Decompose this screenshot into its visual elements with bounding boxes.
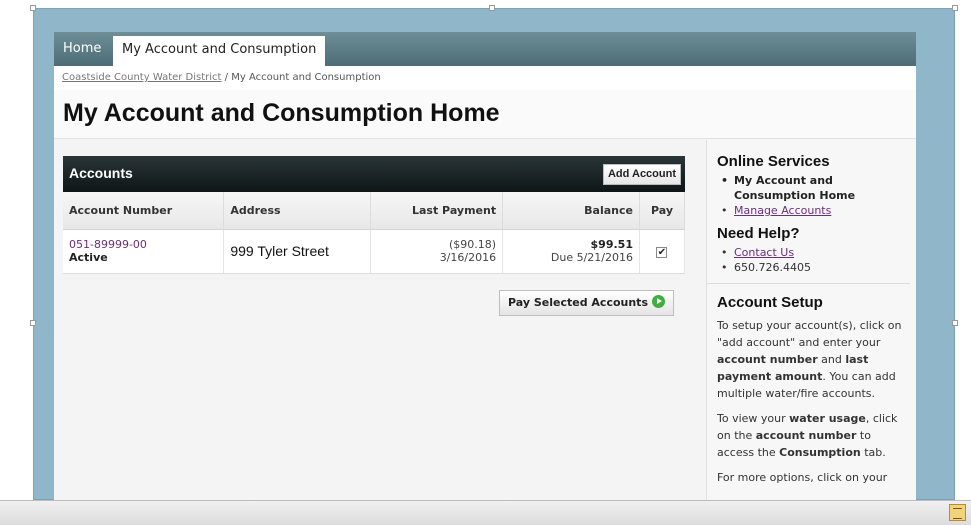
accounts-title: Accounts: [69, 165, 133, 181]
status-bar: [0, 500, 971, 525]
account-number-cell: 051-89999-00 Active: [63, 229, 225, 274]
account-setup-instructions: To setup your account(s), click on "add …: [717, 319, 902, 400]
breadcrumb-separator: /: [221, 72, 232, 83]
account-status: Active: [69, 251, 108, 264]
column-header-last-payment[interactable]: Last Payment: [370, 192, 504, 230]
account-setup-heading: Account Setup: [717, 294, 823, 311]
last-payment-date: 3/16/2016: [439, 251, 497, 264]
table-header-row: Account Number Address Last Payment Bala…: [63, 192, 686, 230]
pay-cell: ✔: [639, 229, 686, 274]
need-help-heading: Need Help?: [717, 225, 800, 242]
arrow-right-circle-icon: [652, 295, 665, 308]
sidebar: Online Services My Account and Consumpti…: [706, 140, 916, 502]
breadcrumb-current: My Account and Consumption: [231, 72, 381, 83]
more-options-text: For more options, click on your: [717, 471, 888, 484]
balance-amount: $99.51: [590, 238, 633, 251]
account-number-link[interactable]: 051-89999-00: [69, 238, 217, 251]
resize-handle-left[interactable]: [30, 320, 36, 326]
breadcrumb: Coastside County Water District / My Acc…: [54, 66, 916, 90]
resize-handle-top-left[interactable]: [30, 5, 36, 11]
sidebar-item-manage-accounts: Manage Accounts: [717, 203, 908, 218]
account-address: 999 Tyler Street: [230, 243, 329, 259]
page-title: My Account and Consumption Home: [63, 99, 500, 127]
water-usage-instructions: To view your water usage, click on the a…: [717, 412, 898, 459]
accounts-header: Accounts Add Account: [63, 156, 685, 192]
title-bar: My Account and Consumption Home: [54, 90, 916, 139]
column-header-account-number[interactable]: Account Number: [63, 192, 225, 230]
table-row: 051-89999-00 Active 999 Tyler Street ($9…: [63, 229, 686, 274]
sidebar-divider: [707, 283, 910, 284]
resize-handle-top-right[interactable]: [952, 5, 958, 11]
pay-button-label: Pay Selected Accounts: [508, 296, 648, 309]
sidebar-item-phone: 650.726.4405: [717, 260, 908, 275]
notes-icon[interactable]: [949, 504, 966, 521]
pay-selected-accounts-button[interactable]: Pay Selected Accounts: [499, 290, 674, 316]
column-header-balance[interactable]: Balance: [502, 192, 640, 230]
sidebar-item-account-home[interactable]: My Account and Consumption Home: [717, 173, 908, 203]
column-header-pay: Pay: [639, 192, 686, 230]
balance-due-date: Due 5/21/2016: [550, 251, 633, 264]
contact-us-link[interactable]: Contact Us: [734, 246, 794, 259]
embedded-page: Home My Account and Consumption Coastsid…: [54, 32, 916, 502]
breadcrumb-home-link[interactable]: Coastside County Water District: [62, 72, 221, 83]
resize-handle-right[interactable]: [952, 320, 958, 326]
last-payment-amount: ($90.18): [449, 238, 497, 251]
accounts-table: Account Number Address Last Payment Bala…: [63, 192, 686, 274]
column-header-address[interactable]: Address: [223, 192, 372, 230]
top-navigation: Home My Account and Consumption: [54, 32, 916, 66]
add-account-button[interactable]: Add Account: [602, 164, 681, 185]
need-help-list: Contact Us 650.726.4405: [717, 245, 908, 275]
resize-handle-top-center[interactable]: [489, 5, 495, 11]
address-cell: 999 Tyler Street: [223, 229, 372, 274]
nav-home-tab[interactable]: Home: [54, 32, 110, 66]
online-services-heading: Online Services: [717, 153, 830, 170]
nav-account-tab[interactable]: My Account and Consumption: [113, 36, 326, 66]
accounts-panel: Accounts Add Account Account Number Addr…: [63, 156, 686, 316]
balance-cell: $99.51 Due 5/21/2016: [502, 229, 640, 274]
manage-accounts-link[interactable]: Manage Accounts: [734, 204, 831, 217]
online-services-list: My Account and Consumption Home Manage A…: [717, 173, 908, 218]
pay-checkbox[interactable]: ✔: [656, 246, 668, 258]
last-payment-cell: ($90.18) 3/16/2016: [370, 229, 504, 274]
sidebar-item-contact: Contact Us: [717, 245, 908, 260]
